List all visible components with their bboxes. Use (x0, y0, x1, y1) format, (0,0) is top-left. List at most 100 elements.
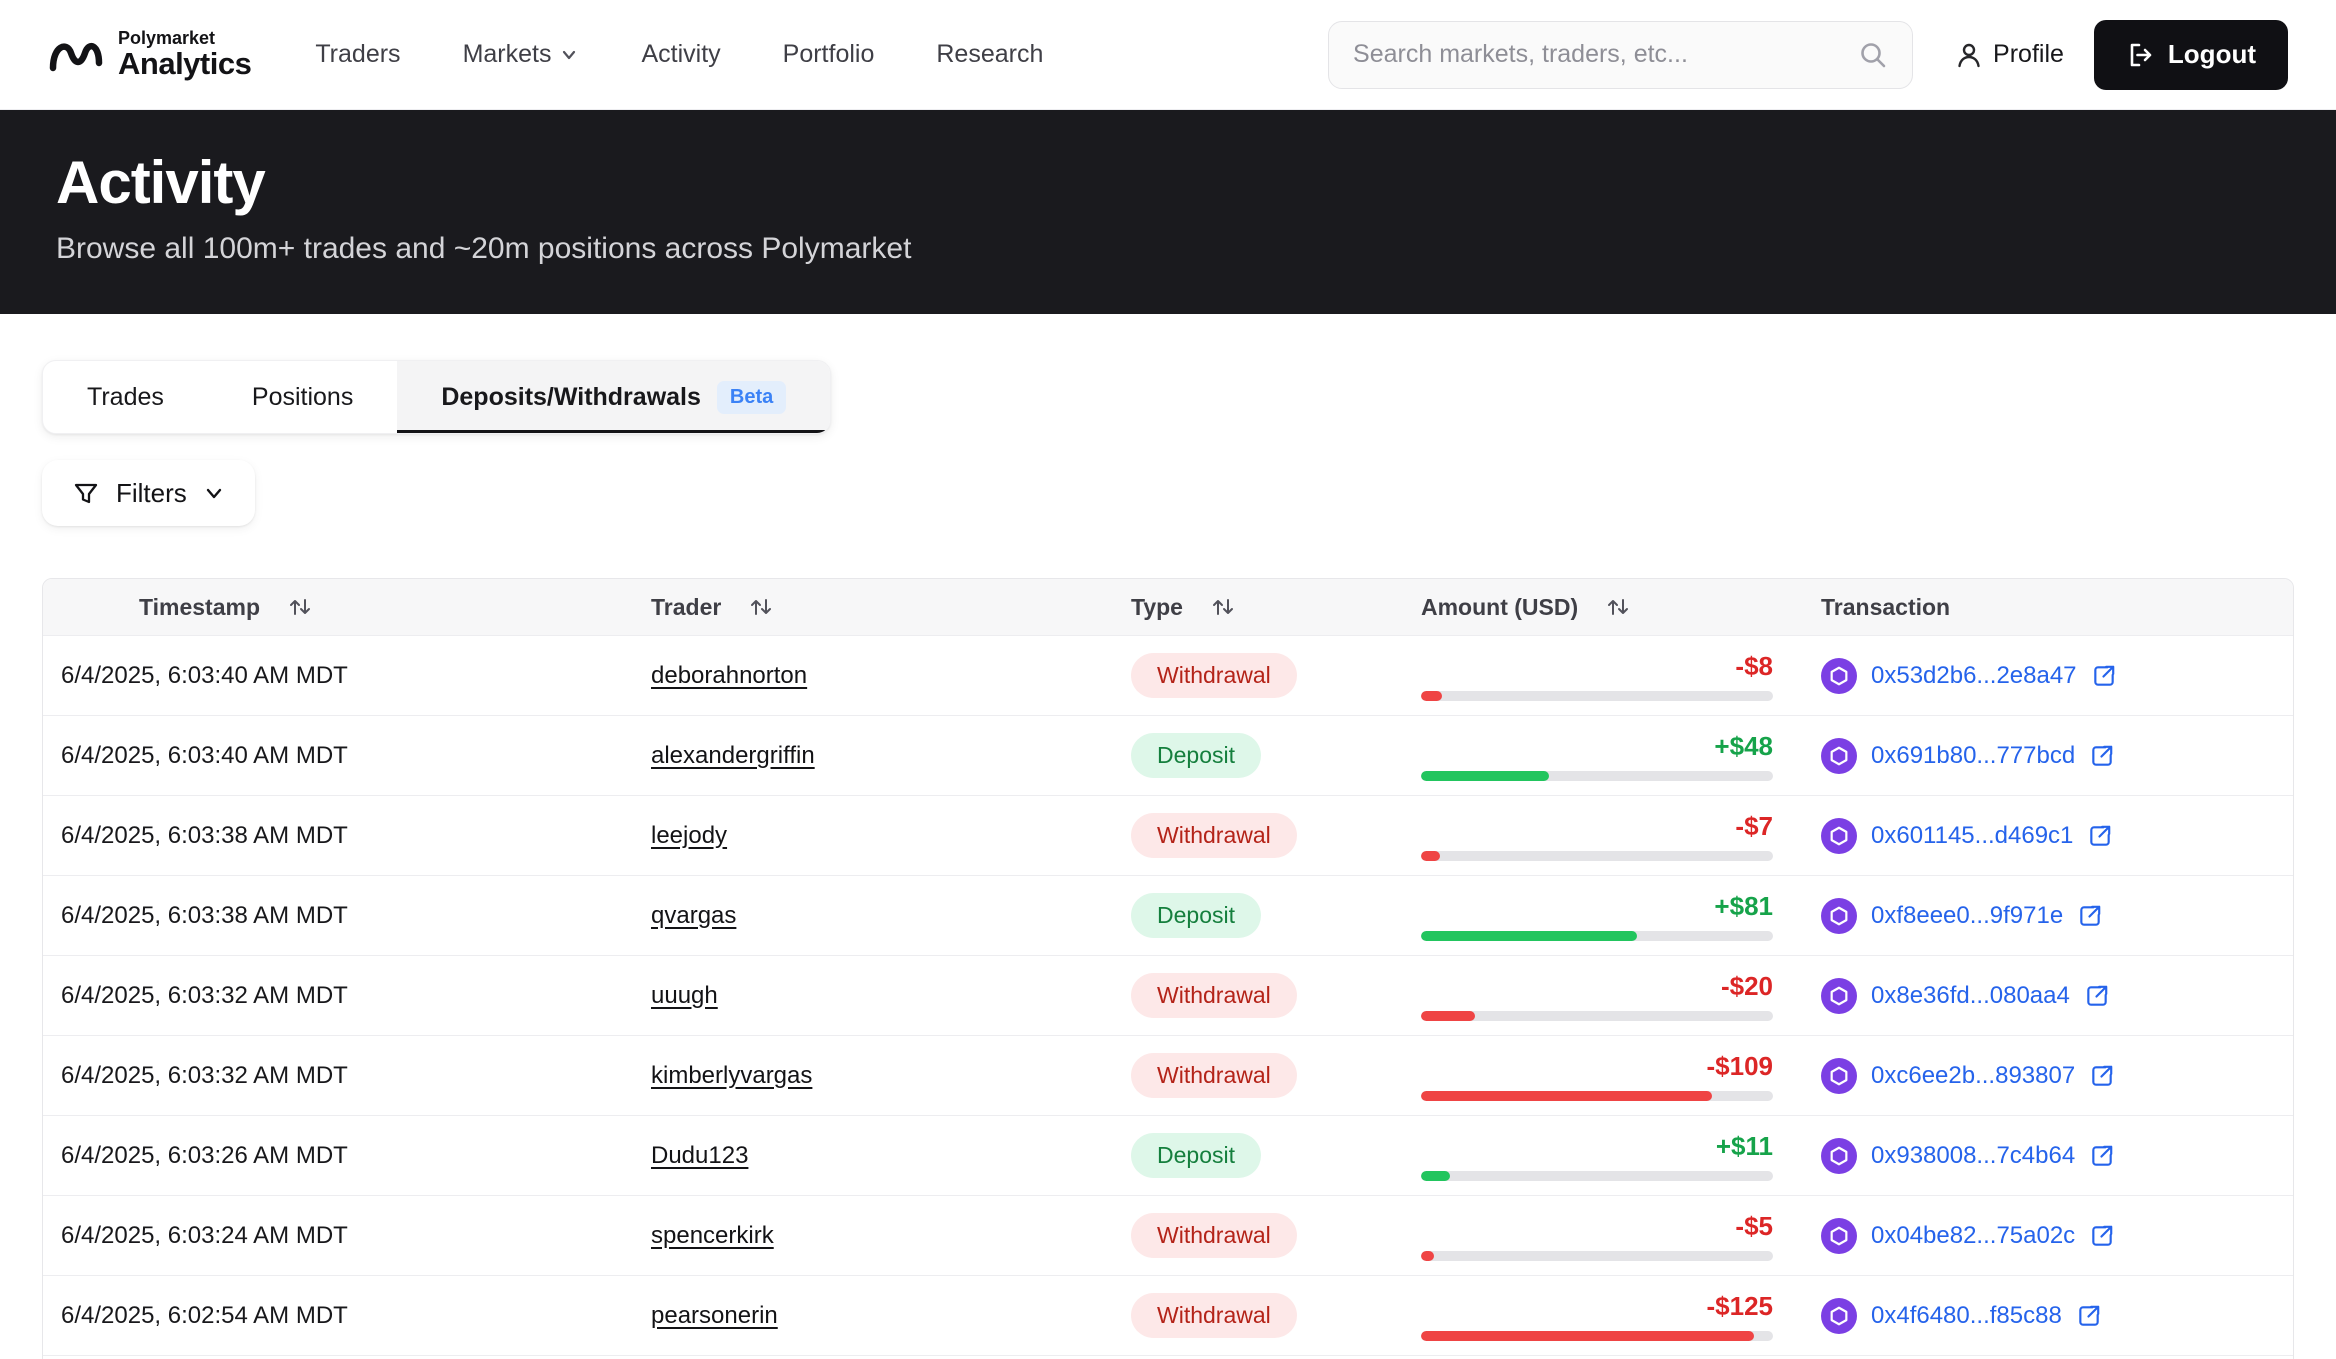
column-header-amount-usd[interactable]: Amount (USD) (1421, 593, 1821, 621)
amount-value: +$11 (1421, 1131, 1773, 1162)
search-icon[interactable] (1858, 40, 1888, 70)
tab-trades[interactable]: Trades (43, 361, 208, 433)
external-link-icon[interactable] (2089, 1143, 2115, 1169)
amount-cell: -$125 (1421, 1291, 1773, 1341)
polygon-icon[interactable] (1821, 1138, 1857, 1174)
transaction-link[interactable]: 0x691b80...777bcd (1871, 742, 2075, 770)
transaction-cell: 0xf8eee0...9f971e (1821, 898, 2293, 934)
nav-item-label: Research (936, 40, 1043, 69)
logout-button[interactable]: Logout (2094, 20, 2288, 90)
filters-label: Filters (116, 478, 187, 509)
polygon-icon[interactable] (1821, 898, 1857, 934)
trader-link[interactable]: uuugh (651, 982, 718, 1009)
transaction-link[interactable]: 0xc6ee2b...893807 (1871, 1062, 2075, 1090)
column-header-label: Trader (651, 594, 721, 621)
external-link-icon[interactable] (2089, 743, 2115, 769)
timestamp-cell: 6/4/2025, 6:03:40 AM MDT (61, 662, 651, 690)
trader-link[interactable]: qvargas (651, 902, 736, 929)
transaction-link[interactable]: 0x04be82...75a02c (1871, 1222, 2075, 1250)
trader-cell: alexandergriffin (651, 742, 1131, 770)
column-header-timestamp[interactable]: Timestamp (61, 593, 651, 621)
external-link-icon[interactable] (2077, 903, 2103, 929)
polygon-icon[interactable] (1821, 818, 1857, 854)
transaction-link[interactable]: 0x4f6480...f85c88 (1871, 1302, 2062, 1330)
column-header-type[interactable]: Type (1131, 593, 1421, 621)
transaction-link[interactable]: 0xf8eee0...9f971e (1871, 902, 2063, 930)
timestamp-cell: 6/4/2025, 6:02:54 AM MDT (61, 1302, 651, 1330)
nav-item-traders[interactable]: Traders (315, 40, 400, 69)
amount-value: -$125 (1421, 1291, 1773, 1322)
table-row: 6/4/2025, 6:03:32 AM MDT uuugh Withdrawa… (43, 955, 2293, 1035)
polygon-icon[interactable] (1821, 738, 1857, 774)
filters-button[interactable]: Filters (42, 460, 255, 526)
transaction-link[interactable]: 0x938008...7c4b64 (1871, 1142, 2075, 1170)
nav-item-label: Portfolio (783, 40, 875, 69)
column-header-trader[interactable]: Trader (651, 593, 1131, 621)
nav-item-research[interactable]: Research (936, 40, 1043, 69)
sort-icon[interactable] (286, 593, 314, 621)
external-link-icon[interactable] (2089, 1063, 2115, 1089)
trader-link[interactable]: Dudu123 (651, 1142, 748, 1169)
amount-bar-track (1421, 1091, 1773, 1101)
trader-cell: qvargas (651, 902, 1131, 930)
amount-value: -$7 (1421, 811, 1773, 842)
column-header-label: Transaction (1821, 594, 1950, 621)
polygon-icon[interactable] (1821, 1218, 1857, 1254)
sort-icon[interactable] (1209, 593, 1237, 621)
table-header-row: Timestamp Trader Type Amount (USD) Trans… (43, 579, 2293, 635)
brand-line2: Analytics (118, 48, 251, 81)
column-header-transaction[interactable]: Transaction (1821, 594, 2293, 621)
page-subtitle: Browse all 100m+ trades and ~20m positio… (56, 232, 2280, 266)
amount-cell: -$8 (1421, 651, 1773, 701)
trader-link[interactable]: alexandergriffin (651, 742, 815, 769)
amount-value: -$8 (1421, 651, 1773, 682)
search-input[interactable] (1353, 40, 1844, 69)
polygon-icon[interactable] (1821, 658, 1857, 694)
trader-cell: deborahnorton (651, 662, 1131, 690)
transaction-link[interactable]: 0x601145...d469c1 (1871, 822, 2073, 850)
trader-link[interactable]: spencerkirk (651, 1222, 774, 1249)
chevron-down-icon (203, 482, 225, 504)
polygon-icon[interactable] (1821, 1298, 1857, 1334)
nav-item-portfolio[interactable]: Portfolio (783, 40, 875, 69)
type-cell: Withdrawal (1131, 973, 1421, 1018)
nav-item-activity[interactable]: Activity (641, 40, 720, 69)
search-box[interactable] (1328, 21, 1913, 89)
trader-link[interactable]: deborahnorton (651, 662, 807, 689)
table-row: 6/4/2025, 6:03:38 AM MDT qvargas Deposit… (43, 875, 2293, 955)
external-link-icon[interactable] (2084, 983, 2110, 1009)
external-link-icon[interactable] (2091, 663, 2117, 689)
trader-link[interactable]: pearsonerin (651, 1302, 778, 1329)
timestamp-cell: 6/4/2025, 6:03:40 AM MDT (61, 742, 651, 770)
brand-logo[interactable]: Polymarket Analytics (48, 29, 251, 80)
table-row: 6/4/2025, 6:02:54 AM MDT pearsonerin Wit… (43, 1275, 2293, 1355)
transaction-cell: 0x4f6480...f85c88 (1821, 1298, 2293, 1334)
amount-bar-fill (1421, 691, 1442, 701)
type-cell: Withdrawal (1131, 1293, 1421, 1338)
amount-cell: +$48 (1421, 731, 1773, 781)
amount-cell: -$109 (1421, 1051, 1773, 1101)
polygon-icon[interactable] (1821, 978, 1857, 1014)
external-link-icon[interactable] (2076, 1303, 2102, 1329)
activity-tabs: Trades Positions Deposits/Withdrawals Be… (42, 360, 831, 434)
external-link-icon[interactable] (2087, 823, 2113, 849)
table-row: 6/4/2025, 6:03:32 AM MDT kimberlyvargas … (43, 1035, 2293, 1115)
logout-icon (2126, 41, 2154, 69)
external-link-icon[interactable] (2089, 1223, 2115, 1249)
nav-item-label: Markets (463, 40, 552, 69)
amount-bar-track (1421, 691, 1773, 701)
transaction-cell: 0x938008...7c4b64 (1821, 1138, 2293, 1174)
sort-icon[interactable] (747, 593, 775, 621)
transaction-link[interactable]: 0x53d2b6...2e8a47 (1871, 662, 2077, 690)
sort-icon[interactable] (1604, 593, 1632, 621)
nav-item-markets[interactable]: Markets (463, 40, 580, 69)
profile-button[interactable]: Profile (1955, 40, 2064, 69)
brand-line1: Polymarket (118, 29, 251, 48)
trader-cell: uuugh (651, 982, 1131, 1010)
tab-deposits-withdrawals[interactable]: Deposits/Withdrawals Beta (397, 361, 830, 433)
polygon-icon[interactable] (1821, 1058, 1857, 1094)
trader-link[interactable]: leejody (651, 822, 727, 849)
tab-positions[interactable]: Positions (208, 361, 397, 433)
trader-link[interactable]: kimberlyvargas (651, 1062, 812, 1089)
transaction-link[interactable]: 0x8e36fd...080aa4 (1871, 982, 2070, 1010)
